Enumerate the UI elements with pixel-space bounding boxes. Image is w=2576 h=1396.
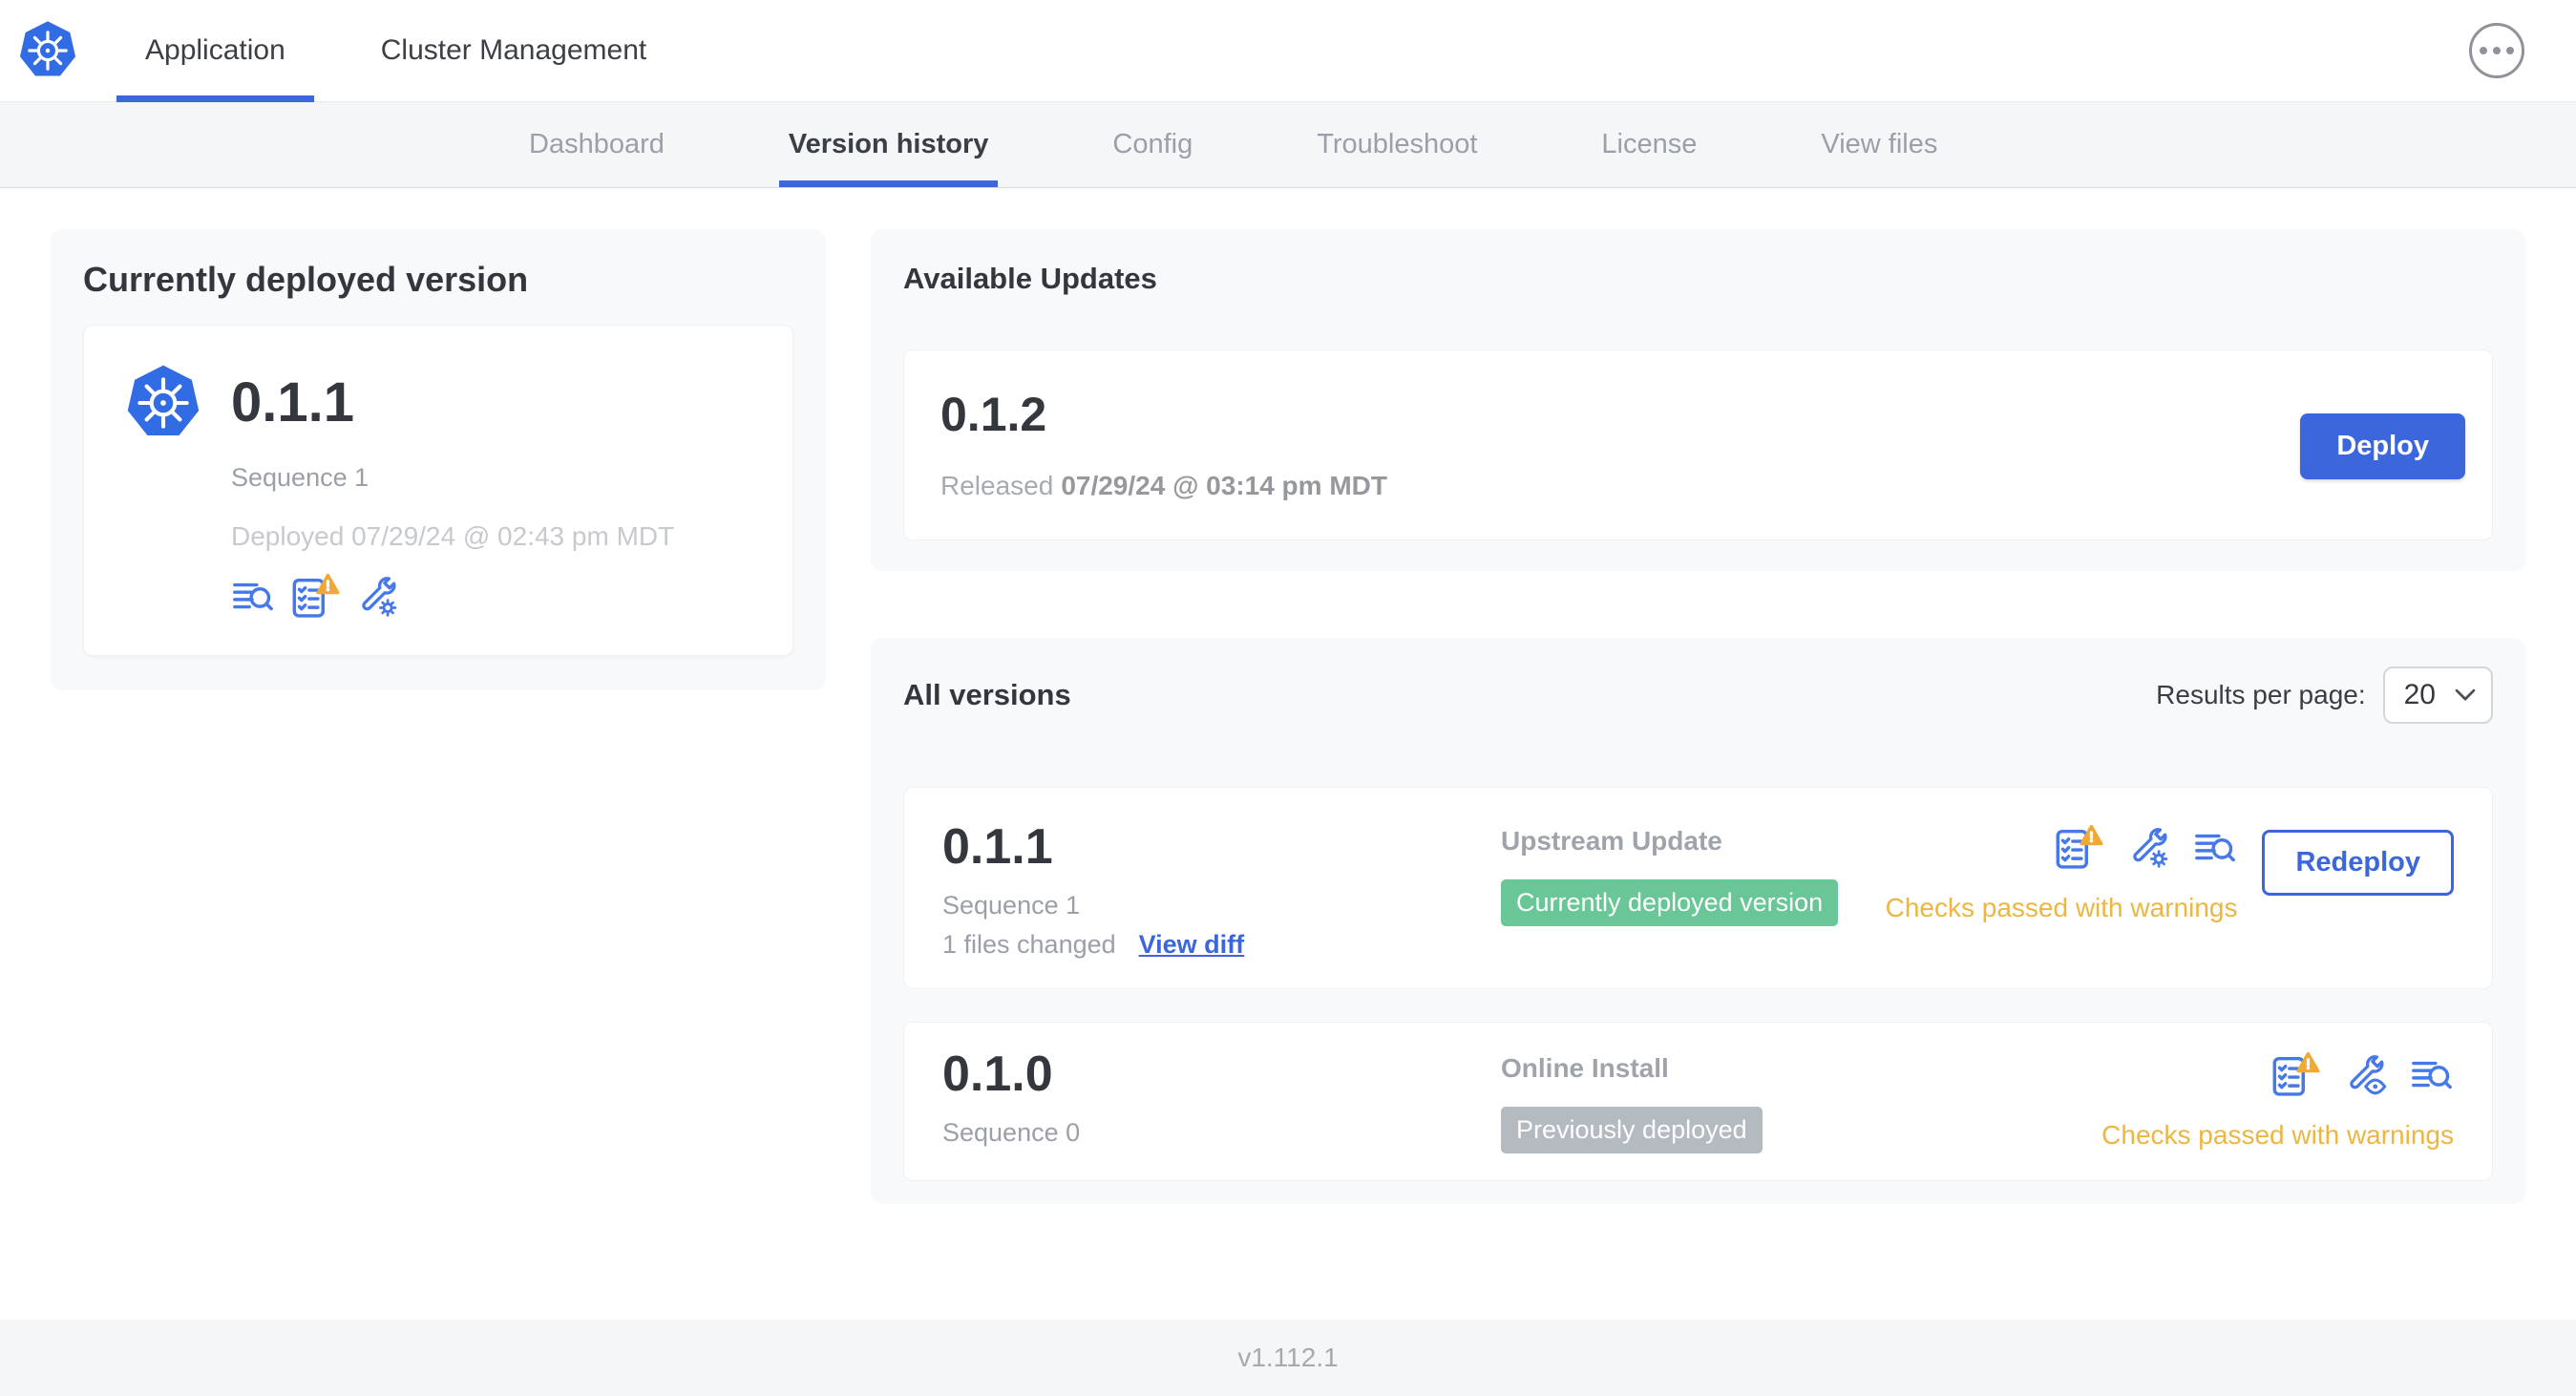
chevron-down-icon xyxy=(2455,688,2476,702)
main-content: Currently deployed version 0.1.1 Sequenc… xyxy=(0,188,2576,1320)
tab-application[interactable]: Application xyxy=(116,0,314,102)
version-row-0-1-1: 0.1.1 Sequence 1 1 files changed View di… xyxy=(903,787,2493,989)
currently-deployed-badge: Currently deployed version xyxy=(1501,879,1839,926)
row-version-number: 0.1.1 xyxy=(942,819,1053,875)
tab-version-history[interactable]: Version history xyxy=(778,102,998,187)
right-column: Available Updates 0.1.2 Released 07/29/24… xyxy=(871,229,2525,1204)
currently-deployed-panel: Currently deployed version 0.1.1 Sequenc… xyxy=(51,229,826,690)
kots-admin-console: Application Cluster Management Dashboard… xyxy=(0,0,2576,1396)
preflight-checks-warning-icon[interactable] xyxy=(2270,1051,2320,1097)
currently-deployed-card: 0.1.1 Sequence 1 Deployed 07/29/24 @ 02:… xyxy=(83,325,793,656)
update-version-number: 0.1.2 xyxy=(940,388,1047,441)
tab-view-files[interactable]: View files xyxy=(1821,102,1937,187)
version-row-0-1-0: 0.1.0 Sequence 0 Online Install Previous… xyxy=(903,1022,2493,1181)
tab-license[interactable]: License xyxy=(1601,102,1697,187)
all-versions-title: All versions xyxy=(903,678,1071,711)
row-sequence: Sequence 1 xyxy=(942,891,1081,920)
results-per-page-label: Results per page: xyxy=(2156,680,2366,709)
current-version-deployed-timestamp: Deployed 07/29/24 @ 02:43 pm MDT xyxy=(231,521,675,551)
current-version-sequence: Sequence 1 xyxy=(231,463,370,492)
app-sub-nav: Dashboard Version history Config Trouble… xyxy=(0,102,2576,188)
tab-troubleshoot[interactable]: Troubleshoot xyxy=(1317,102,1477,187)
row-source-label: Upstream Update xyxy=(1501,826,1722,856)
update-released-line: Released 07/29/24 @ 03:14 pm MDT xyxy=(940,471,1387,501)
tab-cluster-management-label: Cluster Management xyxy=(380,34,647,66)
version-rows: 0.1.1 Sequence 1 1 files changed View di… xyxy=(903,787,2493,1181)
kubernetes-logo-icon xyxy=(17,20,78,81)
row-action-icons xyxy=(2270,1051,2454,1097)
footer: v1.112.1 xyxy=(0,1320,2576,1396)
view-diff-link[interactable]: View diff xyxy=(1139,930,1245,960)
row-source-label: Online Install xyxy=(1501,1053,1669,1083)
released-label: Released xyxy=(940,471,1054,500)
available-update-card: 0.1.2 Released 07/29/24 @ 03:14 pm MDT De… xyxy=(903,349,2493,540)
top-bar: Application Cluster Management xyxy=(0,0,2576,102)
tab-config[interactable]: Config xyxy=(1112,102,1193,187)
edit-config-icon[interactable] xyxy=(355,575,399,619)
results-per-page-value: 20 xyxy=(2403,679,2436,710)
tab-cluster-management[interactable]: Cluster Management xyxy=(352,0,675,101)
edit-config-icon[interactable] xyxy=(2126,826,2170,870)
available-updates-title: Available Updates xyxy=(903,262,1157,295)
files-changed-label: 1 files changed xyxy=(942,930,1116,959)
kubernetes-app-icon xyxy=(124,364,202,442)
current-version-number: 0.1.1 xyxy=(231,371,354,434)
tab-application-label: Application xyxy=(145,34,285,66)
redeploy-button[interactable]: Redeploy xyxy=(2262,830,2454,896)
deploy-button[interactable]: Deploy xyxy=(2300,412,2465,479)
results-per-page-select[interactable]: 20 xyxy=(2382,666,2493,724)
row-sequence: Sequence 0 xyxy=(942,1118,1081,1147)
preflight-checks-warning-icon[interactable] xyxy=(290,573,340,619)
deploy-logs-icon[interactable] xyxy=(2193,826,2237,870)
preflight-status-text: Checks passed with warnings xyxy=(2101,1120,2454,1150)
tab-dashboard[interactable]: Dashboard xyxy=(529,102,665,187)
overflow-menu-button[interactable] xyxy=(2469,23,2524,78)
deploy-logs-icon[interactable] xyxy=(2410,1053,2454,1097)
view-config-icon[interactable] xyxy=(2343,1053,2387,1097)
current-version-actions xyxy=(231,573,758,619)
available-updates-panel: Available Updates 0.1.2 Released 07/29/24… xyxy=(871,229,2525,571)
released-date: 07/29/24 @ 03:14 pm MDT xyxy=(1061,471,1387,500)
previously-deployed-badge: Previously deployed xyxy=(1501,1107,1763,1153)
preflight-status-text: Checks passed with warnings xyxy=(1885,893,2238,922)
all-versions-panel: All versions Results per page: 20 0.1.1 xyxy=(871,638,2525,1204)
console-version: v1.112.1 xyxy=(1237,1343,1339,1372)
currently-deployed-title: Currently deployed version xyxy=(83,260,529,299)
preflight-checks-warning-icon[interactable] xyxy=(2054,824,2103,870)
deploy-logs-icon[interactable] xyxy=(231,575,275,619)
row-action-icons xyxy=(2054,824,2237,870)
row-version-number: 0.1.0 xyxy=(942,1047,1053,1102)
results-per-page: Results per page: 20 xyxy=(2156,666,2493,724)
